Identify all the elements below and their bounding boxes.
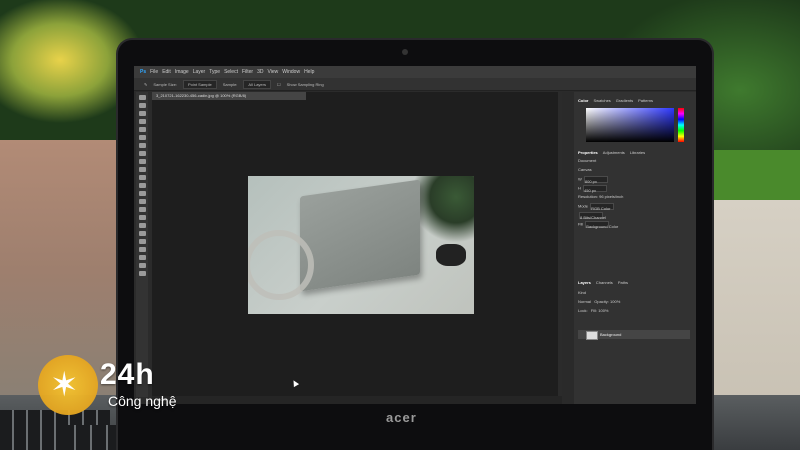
path-select-tool-icon[interactable] (138, 231, 146, 236)
document-tab[interactable]: 3_210721-162230-456-cadin.jpg @ 100% (RG… (152, 92, 306, 100)
properties-panel-tabs: Properties Adjustments Libraries (578, 148, 645, 156)
quick-select-tool-icon[interactable] (138, 119, 146, 124)
menu-window[interactable]: Window (282, 69, 300, 75)
mouse-cursor-icon (290, 378, 300, 388)
tools-panel (136, 92, 148, 397)
menu-bar: Ps File Edit Image Layer Type Select Fil… (134, 66, 696, 78)
blend-opacity-row: Normal Opacity: 100% (578, 297, 690, 306)
menu-image[interactable]: Image (175, 69, 189, 75)
watermark-text: 24h (100, 358, 155, 391)
fill-row: Fill Background Color (578, 219, 690, 229)
laptop-screen: Ps File Edit Image Layer Type Select Fil… (134, 66, 696, 404)
photoshop-icon[interactable]: Ps (140, 69, 146, 75)
width-row: W 800 px (578, 174, 690, 184)
layers-panel: Kind Normal Opacity: 100% Lock: Fill: 10… (578, 282, 690, 372)
status-bar: 100% (152, 396, 562, 404)
menu-help[interactable]: Help (304, 69, 314, 75)
move-tool-icon[interactable] (138, 95, 146, 100)
lasso-tool-icon[interactable] (138, 111, 146, 116)
mode-select[interactable]: RGB Color (590, 203, 615, 211)
options-bar: ✎ Sample Size: Point Sample Sample: All … (134, 78, 696, 91)
height-field[interactable]: 450 px (583, 185, 607, 193)
type-tool-icon[interactable] (138, 223, 146, 228)
color-swatches-icon[interactable] (138, 271, 146, 276)
hand-tool-icon[interactable] (138, 247, 146, 252)
menu-file[interactable]: File (150, 69, 158, 75)
width-field[interactable]: 800 px (583, 176, 608, 184)
show-ring-label: Show Sampling Ring (286, 81, 324, 87)
hue-slider[interactable] (678, 108, 684, 142)
menu-edit[interactable]: Edit (162, 69, 171, 75)
watermark-subtext: Công nghệ (108, 393, 177, 409)
canvas-image[interactable] (248, 176, 474, 314)
pen-tool-icon[interactable] (138, 215, 146, 220)
document-label: Document (578, 158, 597, 163)
more-tools-icon[interactable] (138, 263, 146, 268)
image-leaves (414, 176, 474, 246)
menu-filter[interactable]: Filter (242, 69, 253, 75)
tab-properties[interactable]: Properties (578, 150, 598, 155)
gradient-tool-icon[interactable] (138, 191, 146, 196)
tab-libraries[interactable]: Libraries (630, 150, 645, 155)
menu-select[interactable]: Select (224, 69, 238, 75)
sample-size-label: Sample Size: (153, 81, 177, 87)
webcam (402, 49, 408, 55)
laptop-brand: acer (386, 410, 417, 425)
document-window: 3_210721-162230-456-cadin.jpg @ 100% (RG… (152, 92, 562, 404)
marquee-tool-icon[interactable] (138, 103, 146, 108)
eyedropper-tool-icon[interactable] (138, 143, 146, 148)
lock-fill-row: Lock: Fill: 100% (578, 306, 690, 315)
mode-label: Mode (578, 203, 589, 209)
sample-label: Sample: (222, 81, 238, 87)
tab-patterns[interactable]: Patterns (638, 98, 653, 103)
canvas-label: Canvas (578, 167, 592, 172)
tab-color[interactable]: Color (578, 98, 588, 103)
brush-tool-icon[interactable] (138, 159, 146, 164)
depth-row: 8 Bits/Channel (578, 210, 690, 220)
runner-icon: ✶ (50, 365, 79, 405)
menu-type[interactable]: Type (209, 69, 220, 75)
tab-swatches[interactable]: Swatches (593, 98, 610, 103)
image-laptop (300, 179, 420, 292)
kind-filter[interactable]: Kind (578, 288, 690, 297)
dodge-tool-icon[interactable] (138, 207, 146, 212)
color-panel-tabs: Color Swatches Gradients Patterns (578, 96, 653, 104)
resolution-text: Resolution: 96 pixels/inch (578, 194, 624, 199)
mode-row: Mode RGB Color (578, 201, 690, 211)
layer-name: Background (600, 332, 622, 337)
laptop-lid: acer Ps File Edit Image Layer Type Selec… (118, 40, 712, 450)
frame-tool-icon[interactable] (138, 135, 146, 140)
fill-select[interactable]: Background Color (585, 221, 618, 229)
sample-select[interactable]: All Layers (243, 79, 271, 89)
opacity-field[interactable]: Opacity: 100% (594, 299, 620, 304)
menu-3d[interactable]: 3D (257, 69, 263, 75)
height-row: H 450 px (578, 183, 690, 193)
properties-panel: Document Canvas W 800 px H 450 px Resolu… (578, 156, 690, 276)
eyedropper-icon[interactable]: ✎ (144, 82, 147, 87)
blend-mode-select[interactable]: Normal (578, 299, 591, 304)
sample-size-select[interactable]: Point Sample (182, 79, 217, 89)
healing-tool-icon[interactable] (138, 151, 146, 156)
zoom-tool-icon[interactable] (138, 255, 146, 260)
tab-gradients[interactable]: Gradients (616, 98, 633, 103)
eraser-tool-icon[interactable] (138, 183, 146, 188)
lock-label: Lock: (578, 308, 588, 313)
layer-thumbnail (586, 331, 598, 340)
crop-tool-icon[interactable] (138, 127, 146, 132)
image-headphones (436, 244, 466, 266)
show-ring-checkbox[interactable]: ☐ (277, 82, 281, 87)
fill-label: Fill (578, 221, 584, 227)
depth-select[interactable]: 8 Bits/Channel (579, 212, 606, 220)
history-brush-tool-icon[interactable] (138, 175, 146, 180)
menu-view[interactable]: View (268, 69, 279, 75)
fill-field[interactable]: Fill: 100% (591, 308, 609, 313)
color-picker-field[interactable] (586, 108, 674, 142)
blur-tool-icon[interactable] (138, 199, 146, 204)
stamp-tool-icon[interactable] (138, 167, 146, 172)
tab-adjustments[interactable]: Adjustments (603, 150, 625, 155)
menu-layer[interactable]: Layer (193, 69, 206, 75)
panel-icon-strip (562, 92, 574, 404)
layer-row-background[interactable]: Background (578, 330, 690, 340)
shape-tool-icon[interactable] (138, 239, 146, 244)
